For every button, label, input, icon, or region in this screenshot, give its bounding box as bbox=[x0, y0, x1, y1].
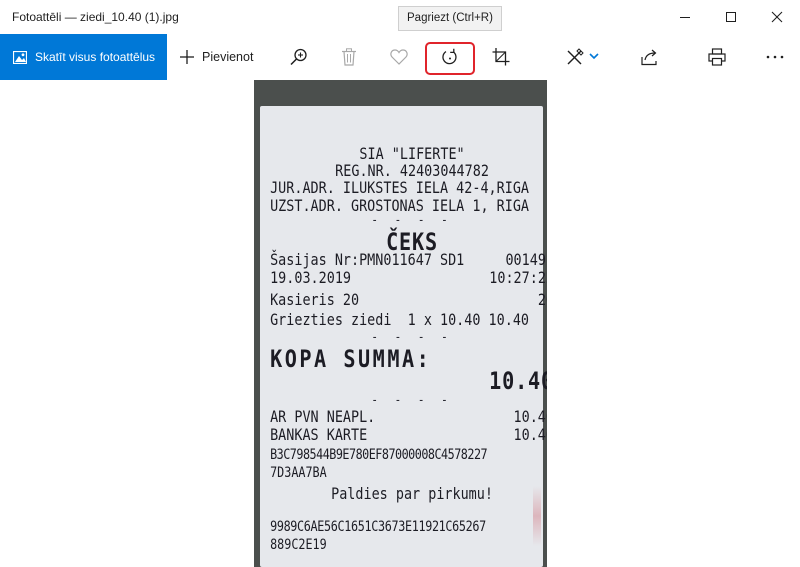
receipt-card-label: BANKAS KARTE bbox=[270, 425, 368, 444]
minimize-icon bbox=[680, 17, 690, 18]
plus-icon bbox=[180, 50, 194, 64]
toolbar: Skatīt visus fotoattēlus Pievienot bbox=[0, 34, 800, 80]
print-button[interactable] bbox=[695, 34, 739, 80]
window-title: Fotoattēli — ziedi_10.40 (1).jpg bbox=[12, 10, 179, 24]
rotate-highlight bbox=[425, 42, 475, 75]
crop-button[interactable] bbox=[479, 34, 523, 80]
maximize-icon bbox=[726, 12, 736, 22]
zoom-button[interactable] bbox=[277, 34, 321, 80]
more-icon bbox=[766, 55, 784, 59]
receipt-item-line: Griezties ziedi 1 x 10.40 10.40 bbox=[270, 310, 530, 329]
receipt-stain bbox=[533, 486, 541, 546]
receipt-hash-line-1: B3C798544B9E780EF87000008C4578227 bbox=[270, 447, 488, 463]
receipt-jur-adr: JUR.ADR. ILUKSTES IELA 42-4,RIGA bbox=[270, 178, 530, 197]
receipt-cashier-row: Kasieris 20 20 bbox=[270, 292, 547, 308]
receipt-chassis-left: Šasijas Nr:PMN011647 SD1 bbox=[270, 250, 465, 269]
receipt-company: SIA "LIFERTE" bbox=[359, 144, 465, 163]
zoom-icon bbox=[290, 48, 307, 66]
receipt-card-row: BANKAS KARTE 10.40 bbox=[270, 427, 547, 443]
rotate-tooltip: Pagriezt (Ctrl+R) bbox=[398, 6, 502, 31]
receipt-text: SIA "LIFERTE" REG.NR. 42403044782 JUR.AD… bbox=[260, 106, 547, 567]
share-button[interactable] bbox=[627, 34, 671, 80]
close-icon bbox=[771, 11, 783, 23]
receipt-photo: SIA "LIFERTE" REG.NR. 42403044782 JUR.AD… bbox=[260, 106, 547, 567]
receipt-thanks: Paldies par pirkumu! bbox=[331, 484, 493, 503]
receipt-card-value: 10.40 bbox=[513, 425, 547, 444]
receipt-chassis-right: 001491 bbox=[505, 250, 547, 269]
favorite-button[interactable] bbox=[377, 34, 421, 80]
receipt-total-value: 10.40 bbox=[489, 367, 547, 395]
minimize-button[interactable] bbox=[662, 0, 708, 34]
receipt-vat-row: AR PVN NEAPL. 10.40 bbox=[270, 409, 547, 425]
favorite-icon bbox=[390, 49, 408, 65]
receipt-cashier-left: Kasieris 20 bbox=[270, 290, 360, 309]
receipt-reg-nr: REG.NR. 42403044782 bbox=[335, 161, 489, 180]
receipt-chassis-row: Šasijas Nr:PMN011647 SD1 001491 bbox=[270, 252, 547, 268]
receipt-vat-value: 10.40 bbox=[513, 407, 547, 426]
receipt-vat-label: AR PVN NEAPL. bbox=[270, 407, 376, 426]
print-icon bbox=[708, 48, 726, 66]
receipt-code-line-1: 9989C6AE56C1651C3673E11921C65267 bbox=[270, 519, 486, 535]
receipt-divider: - - - - bbox=[371, 330, 453, 345]
receipt-time: 10:27:22 bbox=[489, 268, 547, 287]
crop-icon bbox=[492, 48, 510, 66]
receipt-cashier-right: 20 bbox=[537, 290, 547, 309]
receipt-hash-line-2: 7D3AA7BA bbox=[270, 465, 327, 481]
close-button[interactable] bbox=[754, 0, 800, 34]
photo-viewer[interactable]: SIA "LIFERTE" REG.NR. 42403044782 JUR.AD… bbox=[254, 80, 547, 567]
receipt-divider: - - - - bbox=[371, 213, 453, 228]
delete-icon bbox=[342, 48, 356, 66]
photos-icon bbox=[13, 50, 27, 64]
receipt-date: 19.03.2019 bbox=[270, 268, 351, 287]
edit-icon bbox=[567, 48, 599, 65]
delete-button[interactable] bbox=[327, 34, 371, 80]
receipt-code-line-2: 889C2E19 bbox=[270, 537, 327, 553]
view-all-photos-button[interactable]: Skatīt visus fotoattēlus bbox=[0, 34, 167, 80]
share-icon bbox=[641, 49, 657, 66]
view-all-label: Skatīt visus fotoattēlus bbox=[35, 50, 156, 64]
maximize-button[interactable] bbox=[708, 0, 754, 34]
add-label: Pievienot bbox=[202, 50, 254, 64]
receipt-uzst-adr: UZST.ADR. GROSTONAS IELA 1, RIGA bbox=[270, 196, 530, 215]
edit-create-button[interactable] bbox=[555, 34, 611, 80]
add-button[interactable]: Pievienot bbox=[172, 34, 261, 80]
more-options-button[interactable] bbox=[753, 34, 797, 80]
receipt-divider: - - - - bbox=[371, 393, 453, 408]
receipt-datetime-row: 19.03.2019 10:27:22 bbox=[270, 270, 547, 286]
